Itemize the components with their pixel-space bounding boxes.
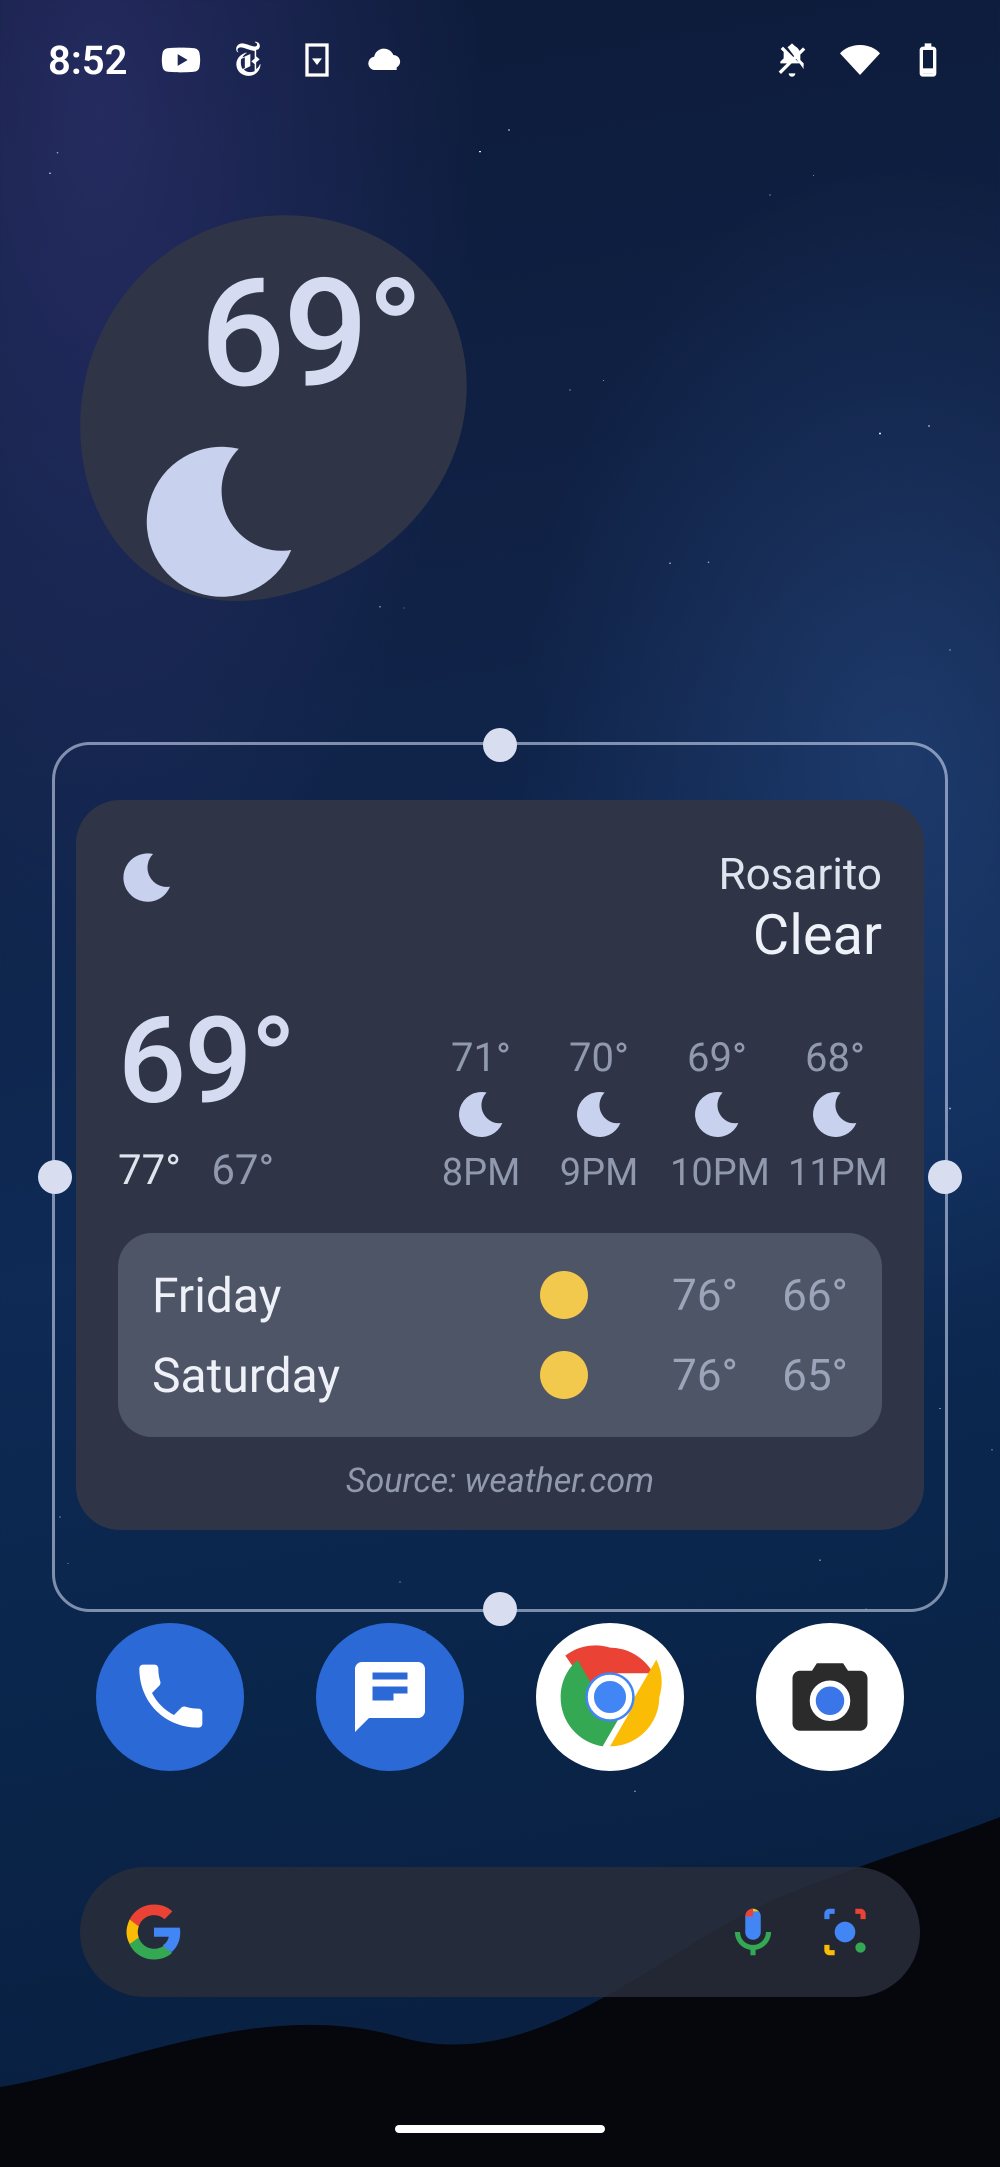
battery-icon (908, 40, 948, 80)
wifi-icon (840, 40, 880, 80)
hourly-forecast: 71° 8PM 70° 9PM 69° 10PM 68° 11PM (434, 1034, 882, 1195)
resize-handle-left[interactable] (38, 1160, 72, 1194)
daily-day: Saturday (152, 1347, 540, 1404)
camera-icon (785, 1652, 875, 1742)
sun-icon (540, 1271, 588, 1319)
moon-icon (552, 1081, 646, 1151)
phone-app[interactable] (96, 1623, 244, 1771)
hourly-temp: 69° (670, 1034, 764, 1081)
mic-icon[interactable] (722, 1901, 784, 1963)
resize-handle-top[interactable] (483, 728, 517, 762)
camera-app[interactable] (756, 1623, 904, 1771)
messages-app[interactable] (316, 1623, 464, 1771)
weather-small-widget[interactable]: 69° (70, 200, 480, 620)
download-icon (297, 40, 337, 80)
hourly-temp: 68° (788, 1034, 882, 1081)
weather-low: 67° (211, 1146, 274, 1195)
daily-forecast: Friday 76° 66° Saturday 76° 65° (118, 1233, 882, 1437)
chrome-app[interactable] (536, 1623, 684, 1771)
daily-low: 66° (738, 1269, 848, 1321)
weather-source: Source: weather.com (118, 1461, 882, 1501)
messages-icon (348, 1655, 432, 1739)
weather-current-temperature: 69° (118, 1008, 294, 1116)
daily-row: Friday 76° 66° (152, 1255, 848, 1335)
hourly-temp: 71° (434, 1034, 528, 1081)
app-dock (0, 1607, 1000, 1787)
youtube-icon (161, 40, 201, 80)
daily-high: 76° (628, 1269, 738, 1321)
moon-icon (788, 1081, 882, 1151)
hourly-item: 69° 10PM (670, 1034, 764, 1195)
weather-high: 77° (118, 1146, 181, 1195)
weather-location: Rosarito (718, 848, 882, 900)
sun-icon (540, 1351, 588, 1399)
daily-high: 76° (628, 1349, 738, 1401)
weather-large-widget[interactable]: Rosarito Clear 69° 77° 67° 71° 8PM 70° 9… (76, 800, 924, 1530)
status-time: 8:52 (48, 37, 127, 84)
google-g-icon (124, 1902, 184, 1962)
hourly-time: 8PM (434, 1151, 528, 1195)
hourly-temp: 70° (552, 1034, 646, 1081)
phone-icon (130, 1657, 210, 1737)
weather-hilo: 77° 67° (118, 1146, 294, 1195)
moon-icon (434, 1081, 528, 1151)
resize-handle-right[interactable] (928, 1160, 962, 1194)
nyt-icon (229, 40, 269, 80)
hourly-item: 71° 8PM (434, 1034, 528, 1195)
chrome-icon (536, 1623, 684, 1771)
daily-low: 65° (738, 1349, 848, 1401)
cloud-icon (365, 40, 405, 80)
daily-row: Saturday 76° 65° (152, 1335, 848, 1415)
moon-icon (118, 848, 176, 910)
daily-day: Friday (152, 1267, 540, 1324)
dnd-icon (772, 40, 812, 80)
moon-icon (670, 1081, 764, 1151)
hourly-item: 70° 9PM (552, 1034, 646, 1195)
hourly-time: 9PM (552, 1151, 646, 1195)
weather-small-temperature: 69° (200, 246, 422, 422)
hourly-time: 11PM (788, 1151, 882, 1195)
moon-icon (130, 430, 310, 614)
weather-condition: Clear (718, 902, 882, 968)
lens-icon[interactable] (814, 1901, 876, 1963)
hourly-item: 68° 11PM (788, 1034, 882, 1195)
google-search-bar[interactable] (80, 1867, 920, 1997)
status-bar: 8:52 (0, 0, 1000, 120)
hourly-time: 10PM (670, 1151, 764, 1195)
gesture-nav-bar[interactable] (395, 2125, 605, 2133)
